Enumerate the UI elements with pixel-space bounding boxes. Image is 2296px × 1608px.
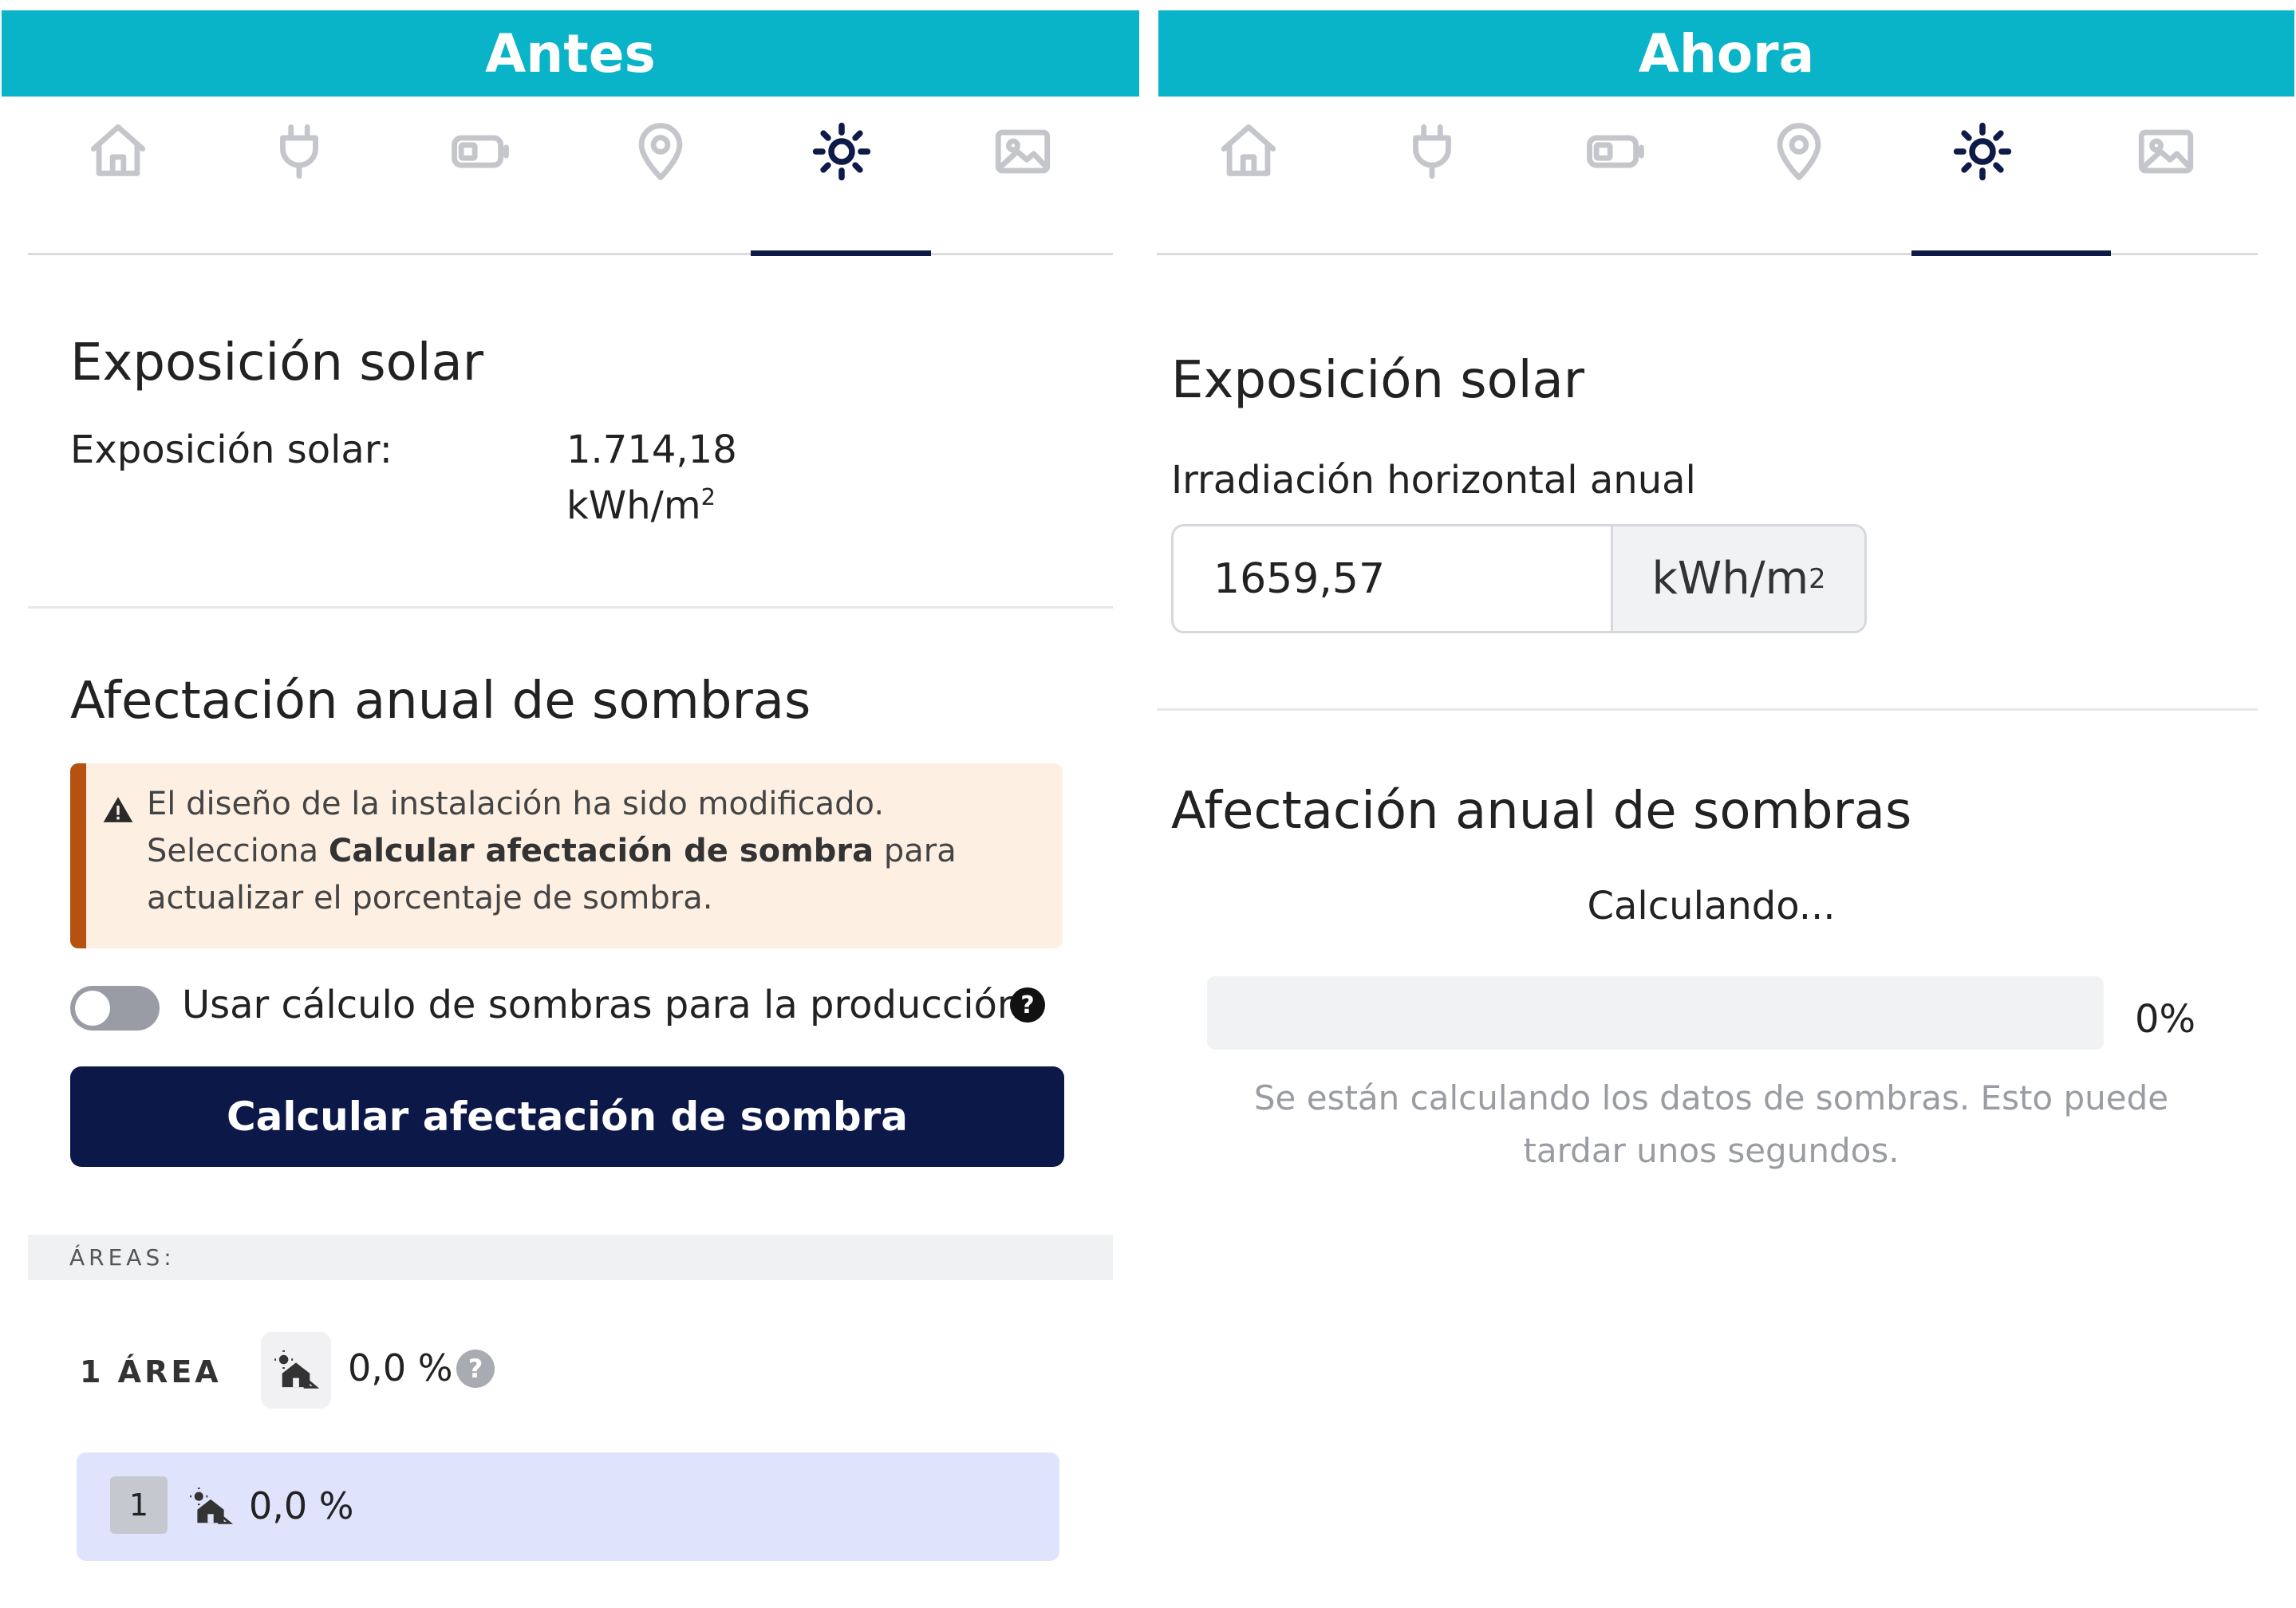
unit-exponent: 2	[700, 483, 716, 510]
solar-exposure-title: Exposición solar	[1171, 351, 1585, 410]
section-divider	[1157, 708, 2258, 711]
calculate-shadow-button[interactable]: Calcular afectación de sombra	[70, 1066, 1064, 1167]
battery-icon	[1587, 135, 1644, 168]
sun-icon	[812, 122, 871, 181]
plug-icon	[280, 124, 318, 179]
unit-exponent: 2	[1809, 563, 1826, 594]
image-icon	[995, 129, 1050, 174]
unit-base: kWh/m	[1651, 553, 1809, 605]
total-shade-value: 0,0 %	[348, 1346, 453, 1389]
irradiation-field-label: Irradiación horizontal anual	[1171, 458, 1696, 503]
area-shade-value: 0,0 %	[249, 1484, 354, 1527]
solar-exposure-unit: kWh/m2	[566, 483, 716, 528]
home-icon	[1221, 124, 1276, 176]
location-pin-icon	[1777, 123, 1821, 180]
shadow-section-title: Afectación anual de sombras	[1171, 782, 1912, 841]
after-tabs	[1157, 104, 2258, 199]
progress-percent: 0%	[2135, 997, 2196, 1042]
shadow-progress-bar	[1207, 976, 2104, 1050]
help-icon[interactable]: ?	[1010, 987, 1045, 1023]
tab-plug[interactable]	[209, 104, 390, 199]
solar-exposure-title: Exposición solar	[70, 333, 484, 392]
warning-icon	[103, 797, 133, 822]
before-panel: Antes Exposición solar Exposición solar:…	[0, 0, 1141, 1608]
irradiation-input[interactable]	[1174, 526, 1611, 631]
location-pin-icon	[639, 123, 683, 180]
before-tabs	[28, 104, 1113, 199]
active-tab-indicator	[1911, 250, 2111, 256]
tab-divider	[28, 253, 1113, 255]
tab-battery[interactable]	[1524, 104, 1707, 199]
design-modified-alert: El diseño de la instalación ha sido modi…	[70, 763, 1063, 948]
alert-message: El diseño de la instalación ha sido modi…	[147, 781, 1043, 922]
toggle-knob	[75, 991, 110, 1026]
after-tab-bar	[1157, 104, 2258, 256]
tab-location-pin[interactable]	[1707, 104, 1891, 199]
before-banner: Antes	[2, 10, 1139, 97]
battery-icon	[451, 135, 509, 168]
calculating-status: Calculando...	[1587, 884, 1836, 928]
solar-exposure-value: 1.714,18	[566, 428, 737, 472]
tab-plug[interactable]	[1340, 104, 1524, 199]
tab-location-pin[interactable]	[570, 104, 752, 199]
shade-summary-chip	[261, 1332, 331, 1409]
area-row[interactable]: 1 0,0 %	[77, 1452, 1059, 1561]
home-icon	[91, 124, 146, 176]
sun-icon	[1953, 122, 2012, 181]
tab-sun[interactable]	[1891, 104, 2074, 199]
tab-sun[interactable]	[752, 104, 933, 199]
toggle-label: Usar cálculo de sombras para la producci…	[182, 983, 1022, 1027]
area-index-badge: 1	[110, 1476, 168, 1534]
house-shade-icon	[190, 1488, 233, 1524]
irradiation-input-group: kWh/m2	[1171, 524, 1867, 633]
irradiation-unit: kWh/m 2	[1611, 526, 1864, 631]
tab-image[interactable]	[932, 104, 1113, 199]
shadow-section-title: Afectación anual de sombras	[70, 672, 811, 731]
tab-image[interactable]	[2074, 104, 2258, 199]
area-count-label: 1 ÁREA	[80, 1354, 222, 1389]
before-tab-bar	[28, 104, 1113, 256]
use-shadow-calc-toggle[interactable]	[70, 986, 160, 1031]
house-shade-icon	[274, 1350, 319, 1389]
unit-base: kWh/m	[566, 483, 701, 528]
areas-header: ÁREAS:	[28, 1235, 1113, 1280]
after-banner: Ahora	[1158, 10, 2294, 97]
tab-home[interactable]	[28, 104, 209, 199]
calculating-hint: Se están calculando los datos de sombras…	[1253, 1078, 2169, 1170]
alert-text-bold: Calcular afectación de sombra	[328, 833, 874, 869]
active-tab-indicator	[751, 250, 931, 256]
tab-home[interactable]	[1157, 104, 1340, 199]
solar-exposure-label: Exposición solar:	[70, 428, 393, 472]
help-icon[interactable]: ?	[456, 1350, 495, 1388]
plug-icon	[1413, 124, 1451, 179]
tab-battery[interactable]	[389, 104, 570, 199]
section-divider	[28, 606, 1113, 609]
image-icon	[2138, 129, 2194, 174]
